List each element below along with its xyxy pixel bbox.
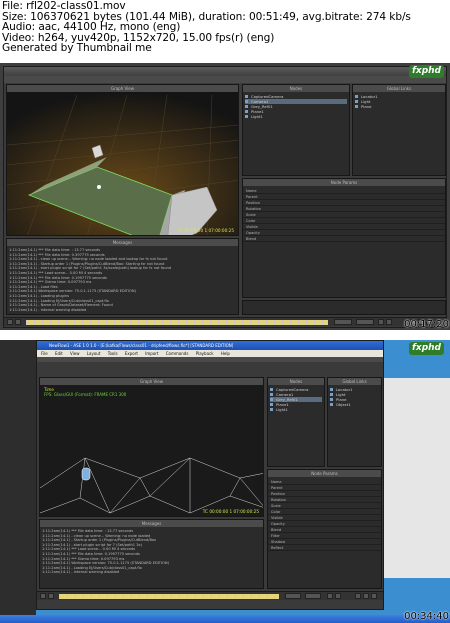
nodes-title: Nodes bbox=[243, 85, 349, 92]
node-params-title: Node Params bbox=[243, 179, 445, 186]
menu-item[interactable]: Layout bbox=[87, 351, 101, 356]
nodes-list: CapturedCamera Camera1 Grey_Ref01 Plane1… bbox=[270, 387, 322, 412]
messages-panel: Messages 1:11:2am(14.1) *** File data ti… bbox=[39, 519, 264, 589]
frame-timestamp: 00:17:20 bbox=[404, 319, 449, 330]
background-window-right bbox=[384, 378, 450, 578]
menu-item[interactable]: Help bbox=[221, 351, 230, 356]
windows-taskbar bbox=[0, 615, 450, 623]
generator-info: Generated by Thumbnail me bbox=[2, 42, 152, 55]
global-links-panel: Global Links Locator1 Light Plane Object… bbox=[327, 377, 382, 467]
scene-geometry bbox=[7, 92, 238, 235]
rewind-button[interactable] bbox=[40, 593, 46, 599]
file-info-header: File: rfl202-class01.mov Size: 106370621… bbox=[2, 1, 448, 54]
nodes-panel: Nodes CapturedCamera Camera1 Grey_Ref01 … bbox=[267, 377, 325, 467]
global-link-item[interactable]: Object1 bbox=[330, 402, 379, 407]
global-links-panel: Global Links Locator1 Light Plane bbox=[352, 84, 446, 176]
window-titlebar: NewFlow1 - ASE 1 0 1.0 - [E:/kafka/Flows… bbox=[37, 341, 383, 350]
toolbar bbox=[37, 357, 383, 362]
fxphd-logo: fxphd bbox=[408, 65, 444, 78]
menu-item[interactable]: Tools bbox=[108, 351, 118, 356]
props-list: Name Parent Position Rotation Scale Colo… bbox=[243, 188, 445, 242]
messages-panel: Messages 1:11:2am(14.1) *** File data ti… bbox=[6, 238, 239, 315]
messages-log: 1:11:2am(14.1) *** File data time: : 13.… bbox=[42, 529, 261, 575]
viewport-timecode: TC 00:00:00 1 07:00:00:25 bbox=[177, 228, 234, 233]
file-name: File: rfl202-class01.mov bbox=[2, 0, 126, 12]
global-links-list: Locator1 Light Plane Object1 bbox=[330, 387, 379, 407]
props-list: Name Parent Position Rotation Scale Colo… bbox=[268, 479, 381, 551]
timeline-side-panel bbox=[242, 300, 446, 315]
stop-button[interactable] bbox=[335, 593, 341, 599]
global-links-title: Global Links bbox=[328, 378, 381, 385]
loop-icon[interactable] bbox=[355, 593, 361, 599]
node-item[interactable]: Light1 bbox=[245, 114, 347, 119]
messages-title: Messages bbox=[40, 520, 263, 527]
playback-mode-select[interactable] bbox=[334, 319, 352, 325]
frame-select[interactable] bbox=[305, 593, 321, 599]
global-links-list: Locator1 Light Plane bbox=[355, 94, 443, 109]
messages-title: Messages bbox=[7, 239, 238, 246]
frame-timestamp: 00:34:40 bbox=[404, 611, 449, 622]
settings-icon[interactable] bbox=[363, 593, 369, 599]
fxphd-logo: fxphd bbox=[408, 342, 444, 355]
play-button[interactable] bbox=[378, 319, 384, 325]
menu-item[interactable]: Commands bbox=[166, 351, 189, 356]
record-icon[interactable] bbox=[371, 593, 377, 599]
scene-wireframe bbox=[40, 457, 263, 514]
node-params-title: Node Params bbox=[268, 470, 381, 477]
prop-row[interactable]: Blend bbox=[243, 236, 445, 242]
menu-item[interactable]: File bbox=[41, 351, 48, 356]
menu-bar bbox=[4, 76, 446, 83]
play-button[interactable] bbox=[327, 593, 333, 599]
node-params-panel: Node Params Name Parent Position Rotatio… bbox=[267, 469, 382, 589]
menu-item[interactable]: Import bbox=[145, 351, 158, 356]
step-back-button[interactable] bbox=[15, 319, 21, 325]
graph-viewport[interactable]: Graph View Time Locus: 1.00 0.0 bbox=[6, 84, 239, 236]
menu-bar: File Edit View Layout Tools Export Impor… bbox=[37, 350, 383, 357]
menu-item[interactable]: Export bbox=[125, 351, 138, 356]
menu-item[interactable]: Playback bbox=[196, 351, 214, 356]
graph-viewport[interactable]: Graph View Time FPS: Glass/GUI (Format):… bbox=[39, 377, 264, 517]
global-links-title: Global Links bbox=[353, 85, 445, 92]
thumbnail-frame-1: Graph View Time Locus: 1.00 0.0 bbox=[0, 63, 450, 330]
window-titlebar bbox=[4, 67, 446, 76]
app-window-2: NewFlow1 - ASE 1 0 1.0 - [E:/kafka/Flows… bbox=[36, 340, 384, 610]
timeline-bar[interactable] bbox=[4, 317, 446, 326]
node-item[interactable]: Light1 bbox=[270, 407, 322, 412]
menu-item[interactable]: View bbox=[70, 351, 80, 356]
nodes-title: Nodes bbox=[268, 378, 324, 385]
background-window-left bbox=[0, 340, 36, 623]
timeline-track[interactable] bbox=[26, 320, 328, 325]
log-line: 1:11:2am(14.1) - Internal warning disabl… bbox=[42, 570, 120, 575]
node-params-panel: Node Params Name Parent Position Rotatio… bbox=[242, 178, 446, 298]
nodes-panel: Nodes CapturedCamera Camera1 Grey_Ref01 … bbox=[242, 84, 350, 176]
log-line: 1:11:2am(14.1) - Internal warning disabl… bbox=[9, 307, 87, 312]
viewport-timecode: TC 00:00:00 1 07:00:00:25 bbox=[202, 509, 259, 514]
thumbnail-frame-2: NewFlow1 - ASE 1 0 1.0 - [E:/kafka/Flows… bbox=[0, 340, 450, 623]
menu-item[interactable]: Edit bbox=[55, 351, 63, 356]
frame-select[interactable] bbox=[356, 319, 374, 325]
playback-mode-select[interactable] bbox=[285, 593, 301, 599]
prop-row[interactable]: Reflect bbox=[268, 545, 381, 551]
badge-text: fxphd bbox=[411, 66, 441, 76]
timeline-bar[interactable] bbox=[37, 591, 383, 600]
app-window-1: Graph View Time Locus: 1.00 0.0 bbox=[3, 66, 447, 328]
step-back-button[interactable] bbox=[48, 593, 54, 599]
selected-object bbox=[81, 467, 91, 481]
timeline-track[interactable] bbox=[59, 594, 279, 599]
rewind-button[interactable] bbox=[7, 319, 13, 325]
messages-log: 1:11:2am(14.1) *** File data time: : 13.… bbox=[9, 248, 236, 312]
global-link-item[interactable]: Plane bbox=[355, 104, 443, 109]
badge-text: fxphd bbox=[411, 343, 441, 353]
stop-button[interactable] bbox=[386, 319, 392, 325]
nodes-list: CapturedCamera Camera1 Grey_Ref01 Plane1… bbox=[245, 94, 347, 119]
